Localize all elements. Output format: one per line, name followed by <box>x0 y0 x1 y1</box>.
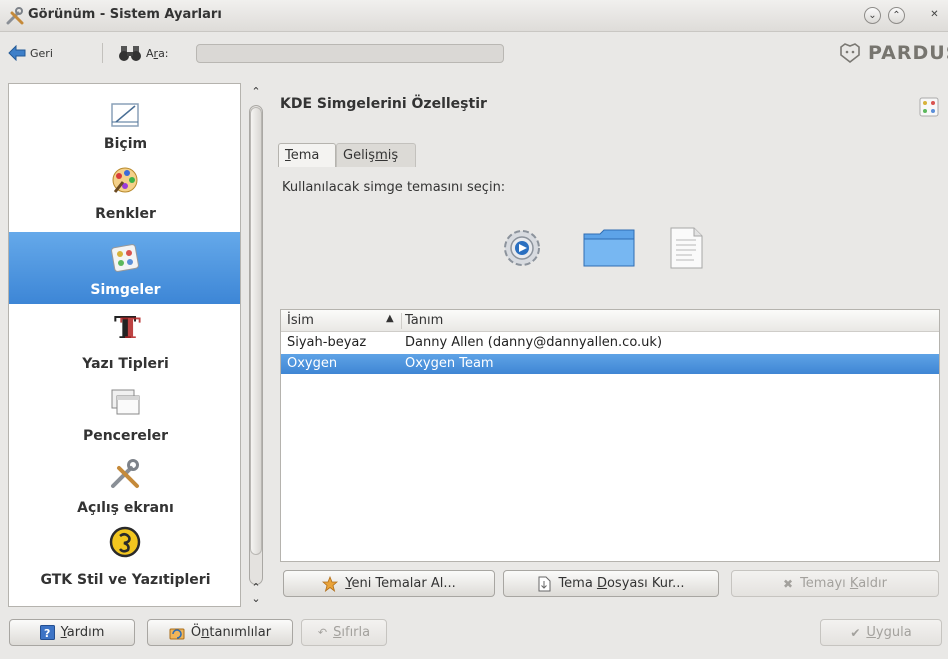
maximize-button[interactable]: ⌃ <box>888 7 905 24</box>
star-icon <box>322 575 339 592</box>
table-row[interactable]: Siyah-beyaz Danny Allen (danny@dannyalle… <box>281 333 939 353</box>
sidebar-item-simgeler[interactable]: Simgeler <box>9 232 240 304</box>
theme-name: Oxygen <box>287 356 338 371</box>
button-label: Yardım <box>60 625 105 640</box>
tools-icon <box>6 7 24 25</box>
binoculars-icon <box>119 46 141 61</box>
column-separator[interactable] <box>401 313 402 329</box>
button-label: Tema Dosyası Kur... <box>558 576 685 591</box>
category-sidebar: Biçim Renkler Simgeler T T Yazı Tipleri <box>8 83 241 607</box>
sidebar-item-label: Biçim <box>103 136 148 152</box>
apply-button[interactable]: ✔ Uygula <box>820 619 942 646</box>
sidebar-item-bicim[interactable]: Biçim <box>9 84 240 156</box>
button-label: Öntanımlılar <box>190 625 272 640</box>
search-label: Ara: <box>146 46 169 60</box>
get-new-themes-button[interactable]: Yeni Temalar Al... <box>283 570 495 597</box>
button-label: Temayı Kaldır <box>800 576 887 591</box>
chevron-up-icon: ⌃ <box>892 10 901 21</box>
sort-ascending-icon: ▲ <box>386 313 394 324</box>
sidebar-item-label: Simgeler <box>90 282 161 298</box>
tab-tema[interactable]: Tema <box>278 143 336 167</box>
windows-icon <box>111 389 140 415</box>
theme-description: Oxygen Team <box>405 356 494 371</box>
close-button[interactable]: ✕ <box>926 7 943 24</box>
instruction-text: Kullanılacak simge temasını seçin: <box>282 180 506 195</box>
chevron-down-icon: ⌄ <box>868 10 877 21</box>
settings-gear-icon <box>504 230 540 266</box>
button-label: Sıfırla <box>333 625 371 640</box>
scroll-down-icon[interactable]: ⌄ <box>250 593 262 604</box>
sidebar-item-pencereler[interactable]: Pencereler <box>9 376 240 448</box>
window-title: Görünüm - Sistem Ayarları <box>28 7 222 22</box>
back-arrow-icon <box>8 45 26 61</box>
theme-name: Siyah-beyaz <box>287 335 367 350</box>
toolbar-separator <box>102 43 103 63</box>
sidebar-item-gtk[interactable]: GTK Stil ve Yazıtipleri <box>9 520 240 596</box>
folder-icon <box>583 229 635 267</box>
defaults-button[interactable]: Öntanımlılar <box>147 619 293 646</box>
tab-gelismis[interactable]: Gelişmiş <box>336 143 416 167</box>
theme-list[interactable]: İsim ▲ Tanım Siyah-beyaz Danny Allen (da… <box>280 309 940 562</box>
remove-theme-button[interactable]: ✖ Temayı Kaldır <box>731 570 939 597</box>
splash-tools-icon <box>111 459 139 488</box>
gtk-icon <box>109 526 141 558</box>
table-row[interactable]: Oxygen Oxygen Team <box>281 354 939 374</box>
sidebar-item-label: Açılış ekranı <box>77 500 174 516</box>
theme-description: Danny Allen (danny@dannyallen.co.uk) <box>405 335 663 350</box>
icons-icon <box>111 244 139 272</box>
column-header-description[interactable]: Tanım <box>405 313 443 328</box>
close-icon: ✕ <box>930 9 939 20</box>
sidebar-item-label: Renkler <box>95 206 156 222</box>
minimize-button[interactable]: ⌄ <box>864 7 881 24</box>
page-title: KDE Simgelerini Özelleştir <box>280 96 487 112</box>
defaults-icon <box>169 628 185 639</box>
sidebar-scrollbar[interactable]: ⌃ ⌃ ⌄ <box>246 83 266 607</box>
remove-icon: ✖ <box>783 576 794 591</box>
install-theme-file-button[interactable]: Tema Dosyası Kur... <box>503 570 719 597</box>
colors-icon <box>112 167 138 193</box>
document-icon <box>670 227 703 269</box>
toolbar: Geri Ara: PARDUS <box>0 33 948 77</box>
pardus-logo: PARDUS <box>838 39 948 67</box>
sidebar-item-label: GTK Stil ve Yazıtipleri <box>40 572 211 588</box>
icons-icon <box>919 97 939 117</box>
reset-button[interactable]: ↶ Sıfırla <box>301 619 387 646</box>
list-header: İsim ▲ Tanım <box>281 310 939 332</box>
brand-text: PARDUS <box>868 42 948 64</box>
back-label: Geri <box>30 46 53 60</box>
scroll-up-icon[interactable]: ⌃ <box>250 86 262 97</box>
sidebar-item-label: Pencereler <box>82 428 169 444</box>
tab-label: Tema <box>285 148 320 163</box>
tab-label: Gelişmiş <box>343 148 399 163</box>
button-label: Uygula <box>866 625 912 640</box>
scroll-thumb[interactable] <box>250 107 262 555</box>
column-header-name[interactable]: İsim <box>287 313 314 328</box>
help-icon: ? <box>39 625 55 640</box>
help-button[interactable]: ? Yardım <box>9 619 135 646</box>
sidebar-item-label: Yazı Tipleri <box>82 356 169 372</box>
install-file-icon <box>538 576 551 591</box>
sidebar-item-yazi-tipleri[interactable]: T T Yazı Tipleri <box>9 304 240 376</box>
search-input[interactable] <box>196 44 504 63</box>
button-label: Yeni Temalar Al... <box>345 576 456 591</box>
sidebar-item-acilis-ekrani[interactable]: Açılış ekranı <box>9 448 240 520</box>
format-icon <box>111 103 139 127</box>
svg-text:?: ? <box>44 627 50 640</box>
fonts-icon: T T <box>114 311 141 342</box>
search-label-group: Ara: <box>118 42 169 64</box>
back-button[interactable]: Geri <box>8 42 53 64</box>
svg-text:T: T <box>120 312 141 342</box>
leopard-head-icon <box>840 43 860 64</box>
checkmark-icon: ✔ <box>850 625 861 640</box>
reset-icon: ↶ <box>317 626 328 639</box>
sidebar-item-renkler[interactable]: Renkler <box>9 156 240 232</box>
title-bar[interactable]: Görünüm - Sistem Ayarları ⌄ ⌃ ✕ <box>0 0 948 32</box>
